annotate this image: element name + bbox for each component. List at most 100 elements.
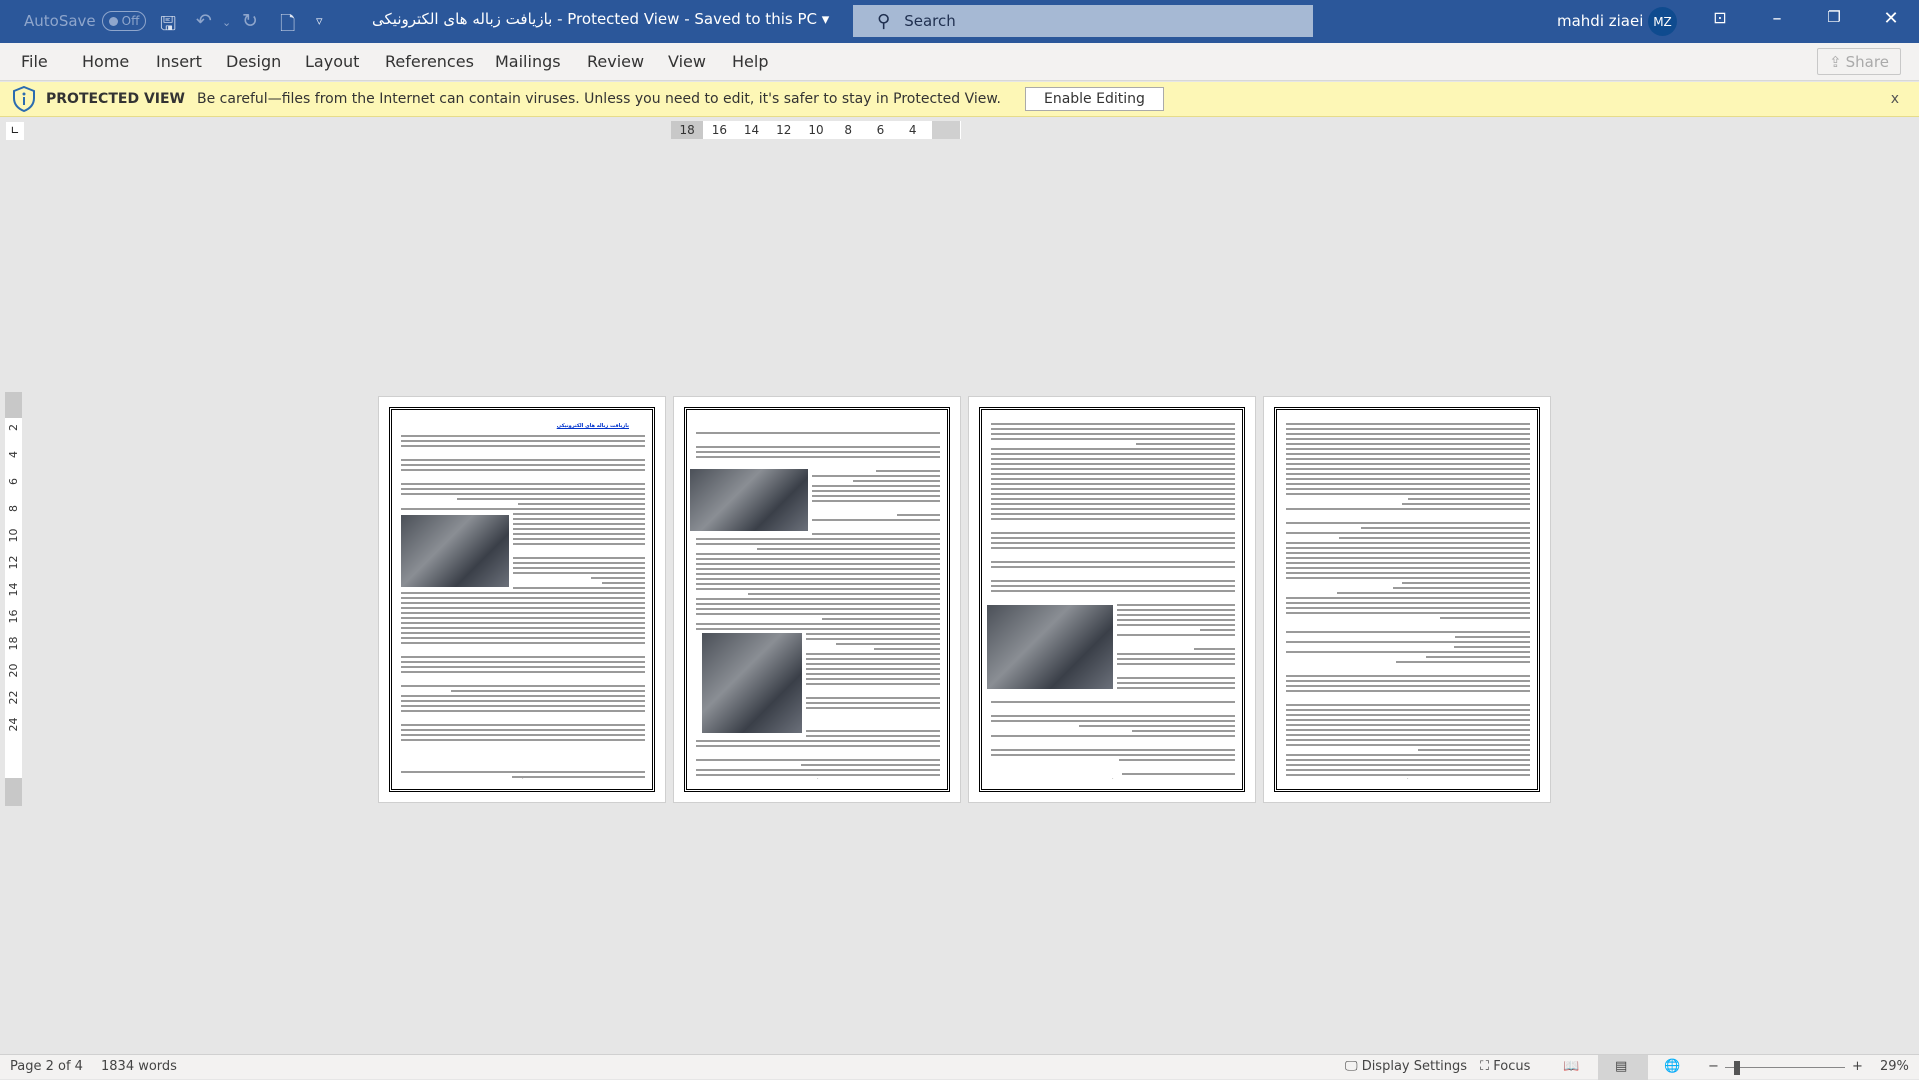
document-page[interactable]: · — [968, 396, 1256, 803]
text-line — [1286, 607, 1530, 609]
text-line — [1286, 685, 1530, 687]
text-line — [991, 433, 1235, 435]
text-line — [401, 592, 645, 594]
title-bar: AutoSave Off 🖫 ↶ ⌄ ↻ 🗋 ▿ بازیافت زباله ها… — [0, 0, 1919, 43]
redo-icon[interactable]: ↻ — [242, 10, 258, 32]
tab-review[interactable]: Review — [587, 52, 644, 71]
focus-button[interactable]: ⛶ Focus — [1480, 1059, 1530, 1074]
restore-icon[interactable]: ❐ — [1819, 8, 1849, 26]
close-bar-button[interactable]: x — [1891, 91, 1899, 107]
text-line — [991, 503, 1235, 505]
text-line — [1286, 675, 1530, 677]
text-line — [1121, 773, 1235, 775]
text-line — [991, 448, 1235, 450]
undo-icon[interactable]: ↶ — [196, 10, 212, 32]
text-line — [1286, 602, 1530, 604]
text-line — [806, 653, 940, 655]
text-line — [991, 735, 1235, 737]
text-line — [401, 445, 645, 447]
text-line — [696, 563, 940, 565]
text-line — [991, 532, 1235, 534]
document-page[interactable]: · — [673, 396, 961, 803]
close-icon[interactable]: ✕ — [1876, 8, 1906, 29]
page-count[interactable]: Page 2 of 4 — [10, 1059, 83, 1074]
word-count[interactable]: 1834 words — [101, 1059, 177, 1074]
tab-file[interactable]: File — [21, 52, 48, 71]
web-layout-icon[interactable]: 🌐 — [1664, 1059, 1680, 1074]
tab-help[interactable]: Help — [732, 52, 768, 71]
text-line — [1286, 488, 1530, 490]
tab-mailings[interactable]: Mailings — [495, 52, 561, 71]
read-mode-icon[interactable]: 📖 — [1563, 1059, 1579, 1074]
display-settings-button[interactable]: 🖵 Display Settings — [1345, 1059, 1467, 1074]
document-image — [690, 469, 808, 531]
text-line — [991, 754, 1235, 756]
text-line — [1194, 648, 1235, 650]
zoom-slider-thumb[interactable] — [1734, 1061, 1740, 1075]
new-document-icon[interactable]: 🗋 — [280, 10, 295, 42]
avatar[interactable]: MZ — [1648, 7, 1677, 36]
zoom-in-icon[interactable]: + — [1852, 1059, 1863, 1074]
share-button[interactable]: ⇪ Share — [1817, 48, 1901, 75]
ruler-tick-label: 24 — [7, 717, 20, 732]
text-line — [853, 480, 940, 482]
zoom-out-icon[interactable]: − — [1708, 1059, 1719, 1074]
ruler-tick-label: 16 — [7, 609, 20, 624]
text-line — [696, 613, 940, 615]
customize-toolbar-icon[interactable]: ▿ — [316, 14, 323, 29]
search-box[interactable]: ⚲ Search — [853, 5, 1313, 37]
text-line — [1117, 682, 1235, 684]
document-page[interactable]: بازیافت زباله های الکترونیکی · — [378, 396, 666, 803]
text-line — [401, 729, 645, 731]
vertical-ruler[interactable]: 224681012141618202224 — [5, 392, 22, 806]
text-line — [513, 528, 645, 530]
ribbon-display-icon[interactable]: ⊡ — [1705, 8, 1735, 27]
text-line — [991, 453, 1235, 455]
text-line — [1131, 730, 1235, 732]
tab-view[interactable]: View — [668, 52, 706, 71]
undo-dropdown-icon[interactable]: ⌄ — [222, 16, 231, 29]
zoom-level[interactable]: 29% — [1880, 1059, 1909, 1074]
tab-insert[interactable]: Insert — [156, 52, 202, 71]
ruler-tick-label: 18 — [671, 121, 704, 139]
user-name[interactable]: mahdi ziaei — [1557, 12, 1643, 30]
text-line — [1454, 636, 1530, 638]
page-number-mark: · — [817, 776, 819, 782]
tab-selector-icon[interactable]: ∟ — [6, 122, 24, 140]
enable-editing-button[interactable]: Enable Editing — [1024, 87, 1164, 111]
autosave-toggle[interactable]: AutoSave Off — [24, 11, 147, 31]
save-icon[interactable]: 🖫 — [160, 10, 176, 42]
text-line — [897, 514, 940, 516]
tab-design[interactable]: Design — [226, 52, 281, 71]
text-line — [517, 503, 645, 505]
minimize-icon[interactable]: – — [1762, 8, 1792, 29]
ruler-tick-label: 16 — [711, 123, 727, 137]
document-title[interactable]: بازیافت زباله های الکترونیکی - Protected… — [372, 10, 829, 28]
text-line — [401, 464, 645, 466]
text-line — [401, 724, 645, 726]
text-line — [1286, 769, 1530, 771]
print-layout-icon[interactable]: ▤ — [1615, 1059, 1627, 1074]
text-line — [1286, 680, 1530, 682]
tab-home[interactable]: Home — [82, 52, 129, 71]
document-page[interactable]: · — [1263, 396, 1551, 803]
focus-label: Focus — [1493, 1059, 1531, 1074]
text-line — [801, 764, 940, 766]
text-line — [696, 538, 940, 540]
text-line — [513, 523, 645, 525]
tab-layout[interactable]: Layout — [305, 52, 359, 71]
text-line — [991, 749, 1235, 751]
text-line — [401, 771, 645, 773]
text-line — [806, 702, 940, 704]
text-line — [1286, 458, 1530, 460]
text-line — [1117, 687, 1235, 689]
text-line — [513, 557, 645, 559]
ruler-tick-label: 14 — [7, 582, 20, 597]
text-line — [696, 769, 940, 771]
text-line — [696, 543, 940, 545]
tab-references[interactable]: References — [385, 52, 474, 71]
horizontal-ruler[interactable]: 18161412108642 — [671, 121, 961, 139]
zoom-slider[interactable] — [1725, 1067, 1845, 1068]
text-line — [401, 637, 645, 639]
text-line — [696, 451, 940, 453]
